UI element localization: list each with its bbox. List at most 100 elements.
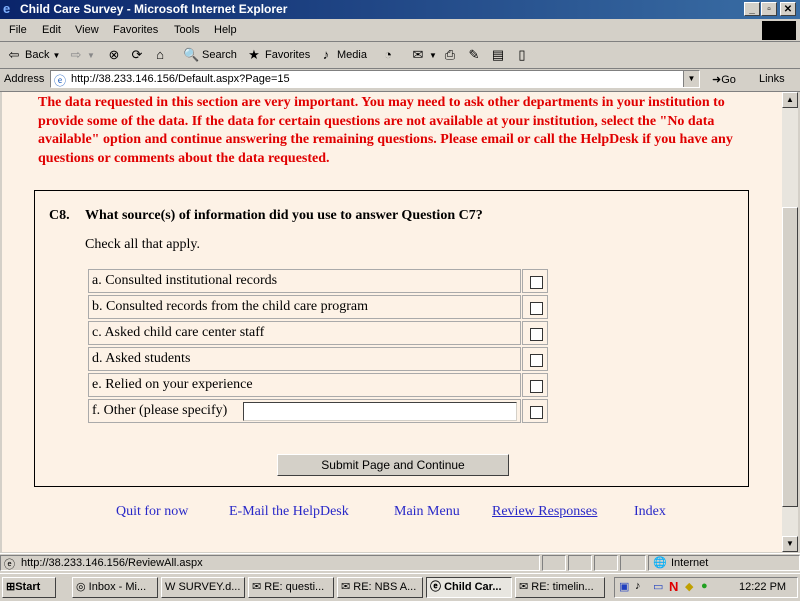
menu-edit[interactable]: Edit (42, 24, 61, 36)
windows-logo-icon (762, 21, 796, 40)
mail-icon: ✉ (252, 581, 262, 593)
messenger-icon[interactable]: ● (701, 580, 708, 592)
option-e-checkbox[interactable] (530, 380, 543, 393)
review-responses-link[interactable]: Review Responses (492, 504, 597, 520)
print-button[interactable]: ⎙ (442, 47, 458, 63)
task-re-nbs[interactable]: ✉ RE: NBS A... (337, 577, 423, 598)
vertical-scrollbar[interactable]: ▲ ▼ (782, 92, 798, 552)
menu-tools[interactable]: Tools (174, 24, 200, 36)
status-url: http://38.233.146.156/ReviewAll.aspx (21, 557, 203, 569)
option-label: e. Relied on your experience (88, 373, 521, 397)
task-survey-doc[interactable]: W SURVEY.d... (161, 577, 245, 598)
back-button[interactable]: ⇦ Back ▼ (6, 47, 61, 63)
history-button[interactable]: ◔ (380, 47, 396, 63)
toolbar: ⇦ Back ▼ ⇨ ▼ ⊗ ⟳ ⌂ 🔍 Search ★ Favorites … (0, 42, 800, 69)
word-icon: W (165, 581, 176, 593)
option-d-checkbox[interactable] (530, 354, 543, 367)
menu-help[interactable]: Help (214, 24, 237, 36)
home-button[interactable]: ⌂ (152, 47, 168, 63)
display-icon[interactable]: ▭ (653, 580, 663, 593)
question-box: C8. What source(s) of information did yo… (34, 190, 749, 487)
edit-icon: ✎ (468, 47, 480, 62)
go-button[interactable]: ➜Go (712, 73, 736, 86)
main-menu-link[interactable]: Main Menu (394, 504, 460, 520)
media-icon: ♪ (322, 47, 330, 62)
forward-button[interactable]: ⇨ ▼ (68, 47, 95, 63)
clock[interactable]: 12:22 PM (739, 581, 786, 593)
option-b-checkbox[interactable] (530, 302, 543, 315)
other-specify-input[interactable] (243, 402, 517, 421)
norton-icon[interactable]: N (669, 579, 678, 594)
status-page-icon: ⓔ (4, 559, 15, 571)
refresh-button[interactable]: ⟳ (129, 47, 145, 63)
close-button[interactable]: ✕ (780, 2, 796, 16)
messenger-icon: ▯ (518, 47, 526, 62)
address-url: http://38.233.146.156/Default.aspx?Page=… (71, 73, 290, 85)
index-link[interactable]: Index (634, 504, 666, 520)
menu-view[interactable]: View (75, 24, 99, 36)
task-re-timelin[interactable]: ✉ RE: timelin... (515, 577, 605, 598)
address-input[interactable]: ⓔ http://38.233.146.156/Default.aspx?Pag… (50, 70, 700, 88)
address-label: Address (4, 73, 45, 85)
submit-button[interactable]: Submit Page and Continue (277, 454, 509, 476)
page-icon: ⓔ (54, 74, 67, 88)
discuss-button[interactable]: ▤ (490, 47, 506, 63)
search-icon: 🔍 (183, 47, 200, 62)
dropdown-arrow-icon: ▼ (87, 50, 95, 60)
back-arrow-icon: ⇦ (8, 47, 20, 62)
network-icon[interactable]: ▣ (619, 580, 629, 593)
mail-button[interactable]: ✉ ▼ (410, 47, 437, 63)
stop-button[interactable]: ⊗ (106, 47, 122, 63)
links-button[interactable]: Links (759, 73, 785, 85)
option-label: b. Consulted records from the child care… (88, 295, 521, 319)
question-instruction: Check all that apply. (85, 237, 200, 252)
mail-icon: ✉ (341, 581, 351, 593)
address-bar: Address ⓔ http://38.233.146.156/Default.… (0, 69, 800, 92)
windows-flag-icon: ⊞ (6, 581, 16, 593)
dropdown-arrow-icon: ▼ (429, 50, 437, 60)
volume-icon[interactable]: ♪ (635, 580, 641, 592)
internet-zone-icon: 🌐 (653, 557, 667, 569)
task-inbox[interactable]: ◎ Inbox - Mi... (72, 577, 158, 598)
quit-link[interactable]: Quit for now (116, 504, 188, 520)
favorites-button[interactable]: ★ Favorites (246, 47, 310, 63)
mail-icon: ✉ (412, 47, 424, 62)
media-button[interactable]: ♪ Media (318, 47, 367, 63)
question-text: What source(s) of information did you us… (85, 208, 483, 223)
start-button[interactable]: ⊞Start (2, 577, 56, 598)
messenger-button[interactable]: ▯ (514, 47, 530, 63)
minimize-button[interactable]: _ (744, 2, 760, 16)
data-notice: The data requested in this section are v… (38, 95, 733, 166)
taskbar: ⊞Start ◎ Inbox - Mi... W SURVEY.d... ✉ R… (0, 573, 800, 601)
scroll-up-icon[interactable]: ▲ (782, 92, 798, 108)
menu-favorites[interactable]: Favorites (113, 24, 158, 36)
refresh-icon: ⟳ (131, 47, 143, 62)
system-tray: ▣ ♪ ▭ N ◆ ● 12:22 PM (614, 577, 798, 598)
option-f-checkbox[interactable] (530, 406, 543, 419)
edit-button[interactable]: ✎ (466, 47, 482, 63)
antivirus-icon[interactable]: ◆ (685, 580, 693, 593)
maximize-button[interactable]: ▫ (761, 2, 777, 16)
print-icon: ⎙ (444, 47, 456, 62)
option-a-checkbox[interactable] (530, 276, 543, 289)
mail-icon: ✉ (519, 581, 529, 593)
search-button[interactable]: 🔍 Search (183, 47, 237, 63)
task-re-questi[interactable]: ✉ RE: questi... (248, 577, 334, 598)
ie-logo-icon: e (3, 1, 11, 16)
history-icon: ◔ (384, 47, 392, 62)
option-c-checkbox[interactable] (530, 328, 543, 341)
email-helpdesk-link[interactable]: E-Mail the HelpDesk (229, 504, 349, 520)
discuss-icon: ▤ (491, 47, 505, 62)
scroll-thumb[interactable] (782, 207, 798, 507)
option-label: a. Consulted institutional records (88, 269, 521, 293)
home-icon: ⌂ (156, 47, 164, 62)
menu-file[interactable]: File (9, 24, 27, 36)
title-bar: e Child Care Survey - Microsoft Internet… (0, 0, 800, 19)
zone-label: Internet (671, 557, 709, 569)
outlook-icon: ◎ (76, 581, 86, 593)
address-dropdown-icon[interactable]: ▼ (683, 71, 699, 87)
option-label: f. Other (please specify) (92, 403, 228, 418)
scroll-down-icon[interactable]: ▼ (782, 536, 798, 552)
go-arrow-icon: ➜ (712, 74, 722, 86)
task-child-care[interactable]: ⓔ Child Car... (426, 577, 512, 598)
